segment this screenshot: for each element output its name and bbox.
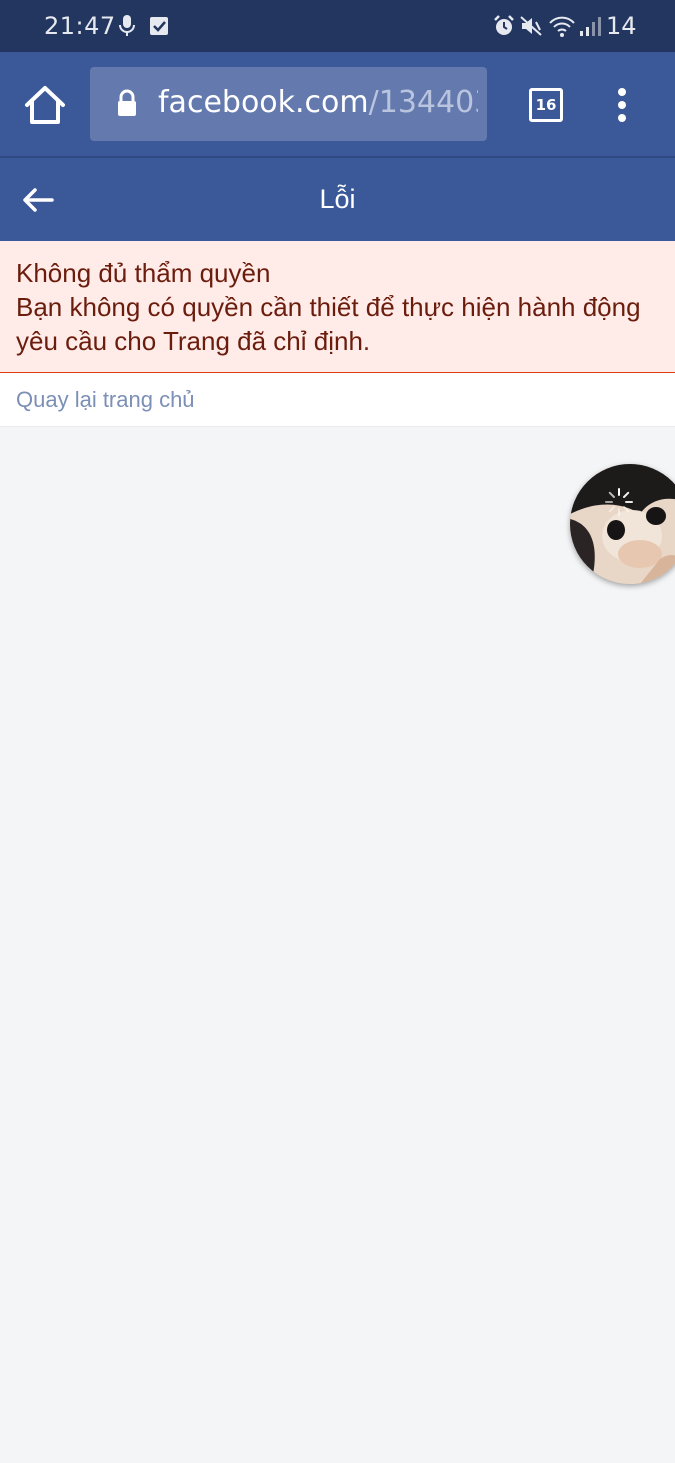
loading-spinner-icon [605, 488, 633, 516]
home-icon[interactable] [22, 84, 68, 126]
chat-head-bubble[interactable] [570, 464, 675, 584]
chat-head-avatar [570, 464, 675, 584]
arrow-left-icon[interactable] [20, 184, 56, 216]
url-domain: facebook.com [158, 85, 369, 120]
alarm-icon [494, 15, 514, 35]
back-home-link[interactable]: Quay lại trang chủ [16, 386, 195, 414]
page-header: Lỗi [0, 158, 675, 241]
url-bar[interactable]: facebook.com/134403 [90, 67, 487, 141]
error-box: Không đủ thẩm quyền Bạn không có quyền c… [0, 241, 675, 373]
page-title: Lỗi [319, 184, 356, 214]
mute-icon [520, 16, 542, 36]
error-message: Bạn không có quyền cần thiết để thực hiệ… [16, 292, 641, 356]
url-text: facebook.com/134403 [158, 85, 478, 121]
link-row: Quay lại trang chủ [0, 373, 675, 427]
browser-toolbar: facebook.com/134403 16 [0, 52, 675, 156]
tab-count: 16 [535, 96, 557, 114]
signal-icon [580, 17, 601, 36]
more-vert-icon[interactable] [610, 88, 634, 122]
battery-level: 14 [606, 12, 637, 40]
status-time: 21:47 [44, 12, 116, 40]
error-title: Không đủ thẩm quyền [16, 258, 271, 288]
status-bar: 21:47 14 [0, 0, 675, 52]
url-path: /134403 [368, 85, 478, 120]
mic-icon [119, 15, 135, 36]
lock-icon [118, 89, 136, 116]
tabs-button[interactable]: 16 [529, 88, 563, 122]
checkbox-icon [150, 17, 168, 35]
wifi-icon [549, 16, 575, 37]
